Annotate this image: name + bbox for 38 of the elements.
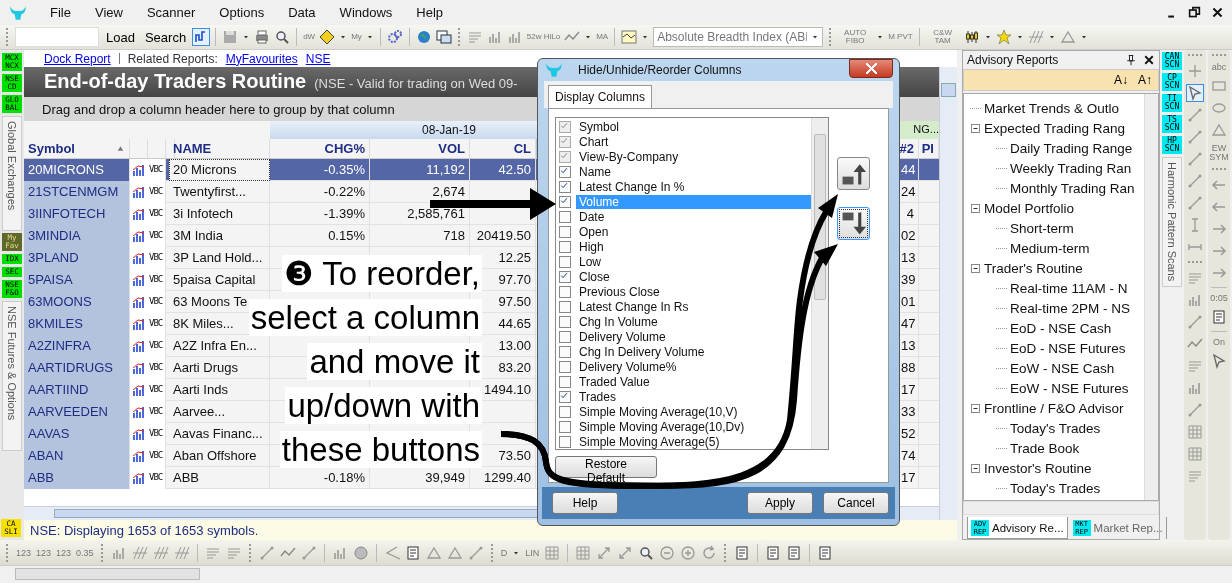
table-cell: 3MINDIA: [24, 225, 130, 247]
table-cell: VBC: [148, 225, 166, 247]
table-cell: VBC: [148, 203, 166, 225]
table-cell: VBC: [148, 291, 166, 313]
table-cell: VBC: [148, 181, 166, 203]
table-cell: ABB: [169, 467, 270, 489]
table-cell: ABB: [24, 467, 130, 489]
table-cell: ABAN: [24, 445, 130, 467]
table-cell: VBC: [148, 159, 166, 181]
table-cell: VBC: [148, 467, 166, 489]
table-cell: 20MICRONS: [24, 159, 130, 181]
table-cell: 5PAISA: [24, 269, 130, 291]
table-cell: A2ZINFRA: [24, 335, 130, 357]
table-cell: AARTIDRUGS: [24, 357, 130, 379]
table-cell: VBC: [148, 379, 166, 401]
table-cell: 20 Microns: [169, 159, 270, 181]
table-cell: VBC: [148, 423, 166, 445]
table-cell: 63MOONS: [24, 291, 130, 313]
table-cell: VBC: [148, 313, 166, 335]
label: Related Reports:: [127, 51, 218, 66]
panel-title: Advisory Reports: [967, 53, 1059, 67]
table-cell: 3IINFOTECH: [24, 203, 130, 225]
table-cell: VBC: [148, 335, 166, 357]
table-cell: 8KMILES: [24, 313, 130, 335]
table-cell: AARTIIND: [24, 379, 130, 401]
table-cell: AAVAS: [24, 423, 130, 445]
table-cell: VBC: [148, 357, 166, 379]
report-title: End-of-day Traders Routine: [44, 70, 307, 93]
dialog-title: Hide/Unhide/Reorder Columns: [578, 63, 742, 78]
table-cell: VBC: [148, 269, 166, 291]
table-cell: AARVEEDEN: [24, 401, 130, 423]
table-cell: VBC: [148, 401, 166, 423]
table-cell: VBC: [148, 247, 166, 269]
table-cell: 3PLAND: [24, 247, 130, 269]
report-subtitle: (NSE - Valid for trading on Wed 09-: [314, 76, 518, 91]
column-group-header: NG...: [897, 121, 939, 139]
table-cell: 21STCENMGM: [24, 181, 130, 203]
table-cell: VBC: [148, 445, 166, 467]
